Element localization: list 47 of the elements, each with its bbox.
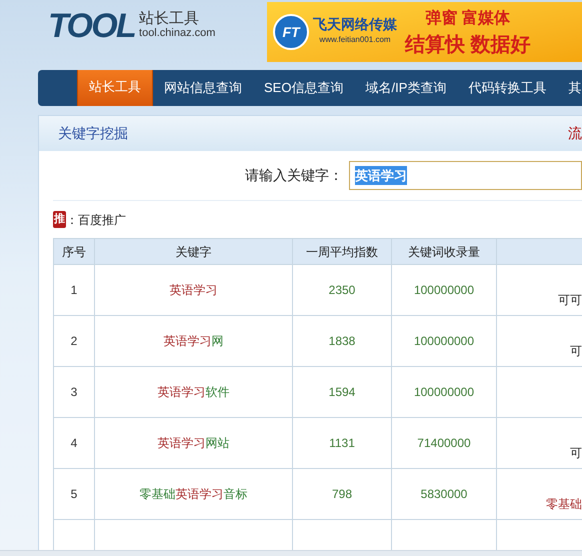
keyword-text: 零基础英语学习音标 [140,486,248,503]
table-cell: 71400000 [392,418,497,469]
ad-url: www.feitian001.com [319,34,391,46]
keyword-text: 可可 [558,292,582,309]
ad-headline: 弹窗 富媒体 [426,8,510,29]
keyword-text: 英语学习 [170,282,218,299]
table-cell: 3 [54,367,95,418]
keyword-text: 零基础 [546,496,582,513]
table-cell: 1594 [293,367,392,418]
section-link[interactable]: 流 [568,123,582,144]
search-value: 英语学习 [355,166,407,186]
section-title: 关键字挖掘 [58,124,128,143]
keyword-text: 英语学习 网 [164,333,224,350]
logo: TOOL [48,6,136,46]
search-label: 请输入关键字： [245,166,344,185]
column-header: 序号 [54,239,95,265]
table-cell: 5830000 [392,469,497,520]
ad-badge: FT [273,14,309,50]
logo-title: 站长工具 [139,11,200,26]
column-header: 关键词收录量 [392,239,497,265]
keyword-text: 可 [570,343,582,360]
table-cell: 798 [293,469,392,520]
table-cell: 100000000 [392,316,497,367]
nav-tab[interactable]: 其 [557,70,582,106]
nav-tab[interactable]: 域名/IP类查询 [354,70,458,106]
promo-badge: 推 [53,211,66,228]
logo-url: tool.chinaz.com [139,26,216,41]
table-cell: 1 [54,265,95,316]
promo-text[interactable]: ：百度推广 [66,210,126,228]
table-cell: 1838 [293,316,392,367]
table-cell: 100000000 [392,265,497,316]
nav-tab[interactable]: 代码转换工具 [457,70,558,106]
keyword-text: 英语学习软件 [158,384,230,401]
keyword-text: 英语学习 网站 [158,435,230,452]
column-header: 关键字 [95,239,293,265]
table-cell: 100000000 [392,367,497,418]
table-cell: 1131 [293,418,392,469]
ad-brand: 飞天网络传媒 [313,16,397,32]
table-cell: 2350 [293,265,392,316]
table-cell: 5 [54,469,95,520]
table-cell: 2 [54,316,95,367]
keyword-text: 可 [570,445,582,462]
ad-headline: 结算快 数据好 [405,33,531,58]
nav-tab[interactable]: SEO信息查询 [253,70,354,106]
table-cell: 4 [54,418,95,469]
nav-tab[interactable]: 网站信息查询 [153,70,253,106]
column-header: 一周平均指数 [293,239,392,265]
